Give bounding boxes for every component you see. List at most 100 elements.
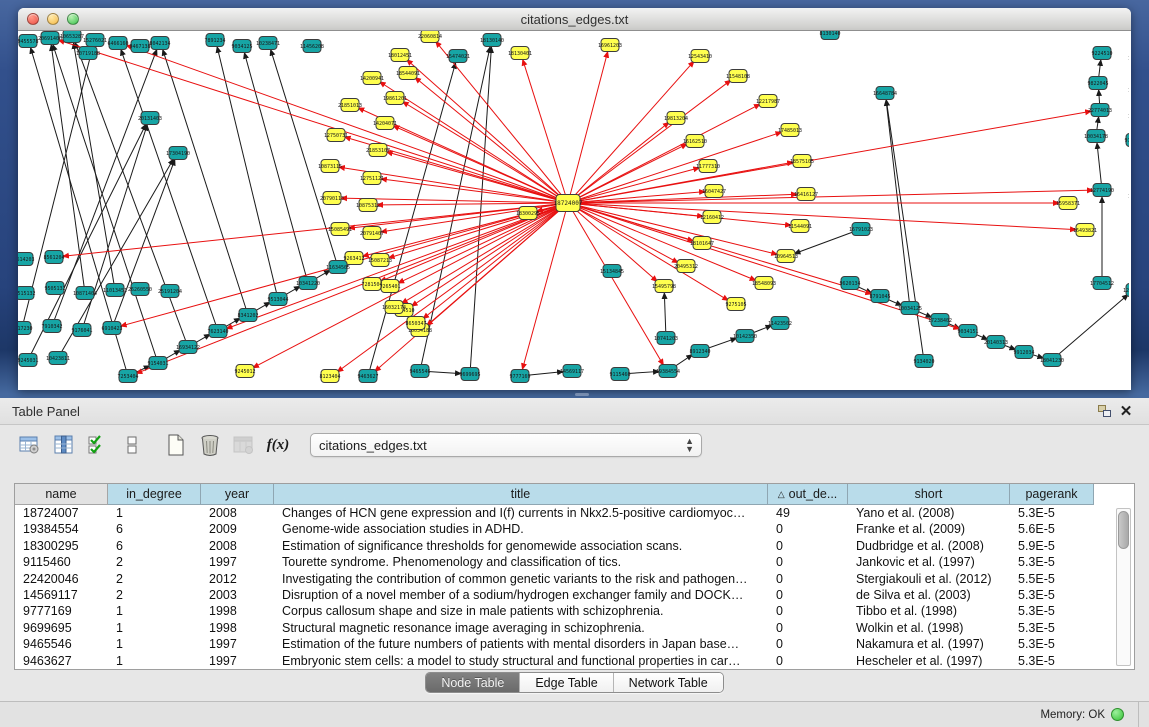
network-edge[interactable]	[1097, 143, 1102, 190]
network-node[interactable]: 20140313	[984, 336, 1008, 349]
network-node[interactable]: 9034125	[231, 40, 252, 53]
network-node[interactable]: 9505132	[44, 282, 65, 295]
column-header-out_degree[interactable]: △out_de...	[768, 484, 848, 505]
network-node[interactable]: 18724007	[554, 195, 583, 212]
table-row[interactable]: 1830029562008Estimation of significance …	[15, 538, 1094, 554]
network-node[interactable]: 10238471	[256, 37, 280, 50]
network-node[interactable]: 10871404	[73, 287, 97, 300]
network-node[interactable]: 9455578	[18, 35, 39, 48]
table-row[interactable]: 969969511998Structural magnetic resonanc…	[15, 620, 1094, 636]
table-row[interactable]: 977716911998Corpus callosum shape and si…	[15, 603, 1094, 619]
network-node[interactable]: 19384554	[656, 365, 680, 378]
float-panel-button[interactable]	[1093, 401, 1115, 421]
network-node[interactable]: 9224510	[1091, 47, 1112, 60]
network-node[interactable]: 10142350	[733, 330, 757, 343]
network-node[interactable]: 11423502	[768, 317, 792, 330]
network-edge[interactable]	[244, 53, 308, 283]
network-node[interactable]: 9777169	[509, 370, 530, 383]
network-node[interactable]: 11634505	[326, 261, 350, 274]
network-node[interactable]: 17485013	[778, 124, 802, 137]
network-node[interactable]: 15474021	[446, 50, 470, 63]
network-node[interactable]: 9467138	[129, 40, 150, 53]
network-node[interactable]: 22774013	[1088, 104, 1112, 117]
network-node[interactable]: 18012451	[388, 49, 412, 62]
network-node[interactable]: 7253404	[117, 370, 138, 383]
network-node[interactable]: 9134020	[913, 355, 934, 368]
network-edge[interactable]	[415, 77, 568, 203]
network-node[interactable]: 10964513	[774, 250, 798, 263]
network-node[interactable]: 10423811	[46, 352, 70, 365]
network-node[interactable]: 10653287	[60, 31, 84, 43]
network-node[interactable]: 25191204	[158, 285, 182, 298]
network-node[interactable]: 8042134	[149, 37, 170, 50]
network-node[interactable]: 9465546	[409, 365, 430, 378]
network-node[interactable]: 10873115	[318, 160, 342, 173]
network-node[interactable]: 8417230	[18, 322, 33, 335]
network-node[interactable]: 8791045	[869, 290, 890, 303]
network-edge[interactable]	[523, 60, 568, 203]
network-node[interactable]: 9154031	[147, 357, 168, 370]
network-node[interactable]: 12750731	[324, 129, 348, 142]
network-node[interactable]: 8561204	[43, 251, 64, 264]
network-node[interactable]: 9275105	[725, 298, 746, 311]
network-node[interactable]: 6466160	[107, 37, 128, 50]
network-node[interactable]: 16032174	[382, 301, 406, 314]
network-edge[interactable]	[377, 203, 568, 205]
network-node[interactable]: 14204071	[373, 117, 397, 130]
network-node[interactable]: 21853107	[366, 144, 390, 157]
network-node[interactable]: 17238402	[928, 314, 952, 327]
column-header-year[interactable]: year	[201, 484, 274, 505]
network-node[interactable]: 10341220	[296, 277, 320, 290]
network-node[interactable]: 20691406	[38, 32, 62, 45]
scrollbar-thumb[interactable]	[1118, 511, 1129, 549]
tab-node-table[interactable]: Node Table	[426, 673, 520, 692]
table-row[interactable]: 911546021997Tourette syndrome. Phenomeno…	[15, 554, 1094, 570]
network-node[interactable]: 16961203	[598, 39, 622, 52]
network-node[interactable]: 10034178	[1084, 130, 1108, 143]
table-vertical-scrollbar[interactable]	[1116, 508, 1131, 666]
network-node[interactable]: 9265401	[379, 280, 400, 293]
column-header-pagerank[interactable]: pagerank	[1010, 484, 1094, 505]
network-edge[interactable]	[1052, 295, 1128, 360]
network-edge[interactable]	[886, 100, 924, 361]
network-node[interactable]: 9115460	[609, 368, 630, 381]
table-row[interactable]: 946362711997Embryonic stem cells: a mode…	[15, 653, 1094, 669]
network-node[interactable]: 15134845	[600, 265, 624, 278]
network-node[interactable]: 8123404	[319, 370, 340, 383]
column-header-short[interactable]: short	[848, 484, 1010, 505]
network-edge[interactable]	[112, 160, 175, 328]
network-node[interactable]: 16934122	[176, 341, 200, 354]
network-node[interactable]: 15085491	[328, 223, 352, 236]
network-node[interactable]: 19861201	[383, 92, 407, 105]
insert-column-button[interactable]	[50, 431, 78, 459]
network-node[interactable]: 6910423	[101, 322, 122, 335]
network-edge[interactable]	[568, 111, 1091, 203]
network-node[interactable]: 18130140	[480, 34, 504, 47]
table-row[interactable]: 946554611997Estimation of the future num…	[15, 636, 1094, 652]
network-node[interactable]: 10034125	[898, 302, 922, 315]
network-node[interactable]: 20790113	[320, 192, 344, 205]
network-node[interactable]: 16648784	[873, 87, 897, 100]
panel-splitter[interactable]	[0, 390, 1149, 398]
network-node[interactable]: 16912034	[1128, 52, 1129, 65]
network-node[interactable]: 12543410	[688, 50, 712, 63]
network-node[interactable]: 17704512	[1090, 277, 1114, 290]
network-node[interactable]: 12160412	[700, 211, 724, 224]
network-node[interactable]: 9034151	[957, 325, 978, 338]
network-node[interactable]: 11456208	[300, 40, 324, 53]
network-node[interactable]: 9463627	[357, 370, 378, 383]
network-edge[interactable]	[271, 50, 338, 267]
network-node[interactable]: 9515132	[18, 287, 36, 300]
table-row[interactable]: 1872400712008Changes of HCN gene express…	[15, 505, 1094, 521]
close-panel-button[interactable]: ✕	[1115, 401, 1137, 421]
column-header-name[interactable]: name	[15, 484, 108, 505]
network-node[interactable]: 15958371	[1056, 197, 1080, 210]
network-node[interactable]: 9513044	[267, 293, 288, 306]
table-row[interactable]: 1938455462009Genome-wide association stu…	[15, 521, 1094, 537]
table-settings-button[interactable]	[16, 431, 44, 459]
network-edge[interactable]	[380, 82, 568, 203]
network-node[interactable]: 18575105	[790, 155, 814, 168]
network-node[interactable]: 15276021	[83, 34, 107, 47]
network-node[interactable]: 18041230	[1040, 354, 1064, 367]
network-node[interactable]: 9620134	[839, 277, 860, 290]
